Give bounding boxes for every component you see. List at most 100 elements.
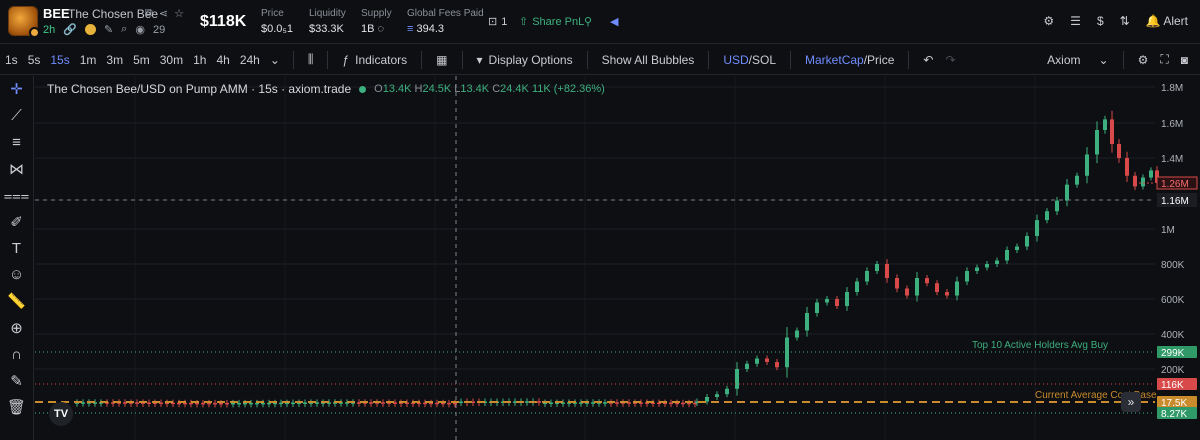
- candle: [537, 401, 541, 403]
- candle: [1117, 144, 1121, 158]
- currency-toggle[interactable]: USD/SOL: [717, 53, 782, 67]
- search-icon[interactable]: ⌕: [121, 23, 127, 36]
- candle: [615, 402, 619, 404]
- candle: [231, 402, 235, 405]
- price-chart[interactable]: 1.8M 1.6M 1.4M 1M 800K 600K 400K 200K Top 10 Act…: [35, 76, 1200, 440]
- link-icon[interactable]: 🔗: [63, 23, 77, 36]
- candle: [1075, 175, 1079, 185]
- brush-icon[interactable]: ✐: [6, 209, 28, 236]
- show-bubbles-button[interactable]: Show All Bubbles: [596, 53, 701, 67]
- share-icon[interactable]: ⋖: [159, 7, 168, 20]
- scroll-to-latest-button[interactable]: »: [1121, 392, 1141, 412]
- metric-toggle[interactable]: MarketCap/Price: [799, 53, 900, 67]
- lock-draw-icon[interactable]: ✎: [6, 368, 28, 395]
- redo-icon[interactable]: ↷: [939, 53, 961, 67]
- alert-button[interactable]: 🔔 Alert: [1146, 14, 1188, 28]
- dollar-icon[interactable]: $: [1097, 14, 1104, 28]
- tf-3m[interactable]: 3m: [101, 53, 128, 67]
- undo-icon[interactable]: ↶: [917, 53, 939, 67]
- share-pnl-button[interactable]: ⇧ Share PnL: [519, 15, 584, 29]
- candle: [995, 260, 999, 264]
- megaphone-icon: ◀: [610, 16, 619, 28]
- candle: [135, 402, 139, 404]
- source-select[interactable]: Axiom ⌄: [1041, 53, 1114, 67]
- candle: [237, 402, 241, 405]
- watchlist-button[interactable]: ⊡ 1: [488, 15, 507, 29]
- indicators-button[interactable]: ƒ Indicators: [336, 53, 413, 67]
- price-line-value: 116K: [1161, 380, 1184, 391]
- tf-4h[interactable]: 4h: [211, 53, 234, 67]
- crosshair-icon[interactable]: ✛: [6, 76, 28, 103]
- candle: [1005, 250, 1009, 261]
- liquidity-stat: Liquidity $33.3K: [309, 8, 346, 35]
- market-cap: $118K: [200, 13, 247, 30]
- candle: [1025, 236, 1029, 247]
- tf-5s[interactable]: 5s: [23, 53, 46, 67]
- pen-icon[interactable]: ✎: [104, 23, 113, 36]
- pin-button[interactable]: ⚲: [584, 15, 592, 28]
- star-icon[interactable]: ☆: [174, 7, 184, 20]
- eye-icon: ◉: [135, 24, 145, 36]
- candle: [1125, 158, 1129, 176]
- candle: [1035, 220, 1039, 236]
- candle: [795, 330, 799, 338]
- display-options-button[interactable]: ▾ Display Options: [471, 53, 579, 67]
- candle: [875, 264, 879, 271]
- tf-1m[interactable]: 1m: [75, 53, 102, 67]
- price-line-value: 8.27K: [1161, 409, 1187, 420]
- copy-icon[interactable]: ⧉: [145, 7, 153, 20]
- swap-icon[interactable]: ⇅: [1120, 14, 1130, 28]
- camera-icon[interactable]: ◙: [1175, 53, 1194, 67]
- candle: [985, 264, 989, 268]
- fib-icon[interactable]: ⩶: [4, 182, 30, 209]
- trendline-icon[interactable]: ⟋: [6, 103, 28, 130]
- ruler-icon[interactable]: 📏: [6, 288, 28, 315]
- zoom-in-icon[interactable]: ⊕: [6, 315, 28, 342]
- y-tick-label: 200K: [1161, 365, 1185, 376]
- tf-1s[interactable]: 1s: [0, 53, 23, 67]
- tf-5m[interactable]: 5m: [128, 53, 155, 67]
- chart-legend: The Chosen Bee/USD on Pump AMM · 15s · a…: [47, 82, 605, 96]
- fees-stat: Global Fees Paid ≡ 394.3: [407, 8, 484, 35]
- tf-15s[interactable]: 15s: [45, 53, 74, 67]
- candle: [525, 401, 529, 403]
- candle: [225, 402, 229, 405]
- candle: [441, 402, 445, 405]
- candle: [905, 288, 909, 296]
- price-line-value: 299K: [1161, 348, 1185, 359]
- pattern-icon[interactable]: ⋈: [6, 156, 28, 183]
- chart-canvas[interactable]: 1.8M 1.6M 1.4M 1M 800K 600K 400K 200K Top 10 Act…: [35, 76, 1200, 440]
- y-tick-label: 1.6M: [1161, 119, 1183, 130]
- tf-24h[interactable]: 24h: [235, 53, 265, 67]
- token-avatar[interactable]: [8, 6, 40, 38]
- y-tick-label: 800K: [1161, 260, 1185, 271]
- list-icon[interactable]: ☰: [1070, 14, 1081, 28]
- candle: [1055, 200, 1059, 212]
- tf-30m[interactable]: 30m: [155, 53, 188, 67]
- chart-title: The Chosen Bee/USD on Pump AMM · 15s · a…: [47, 82, 352, 96]
- candle: [805, 313, 809, 331]
- announce-button[interactable]: ◀: [610, 15, 618, 28]
- candle-style-icon[interactable]: ⫼: [302, 52, 320, 67]
- fullscreen-icon[interactable]: ⛶: [1154, 52, 1174, 67]
- chart-settings-icon[interactable]: ⚙: [1132, 53, 1155, 67]
- chevron-down-icon: ⌄: [1098, 52, 1109, 67]
- candle: [865, 271, 869, 282]
- layout-icon[interactable]: ▦: [430, 53, 453, 67]
- trash-icon[interactable]: 🗑: [6, 394, 28, 421]
- current-price-value: 1.26M: [1161, 179, 1189, 190]
- timeframe-dropdown-icon[interactable]: ⌄: [265, 53, 285, 67]
- candle: [1110, 119, 1114, 144]
- magnet-icon[interactable]: ∩: [6, 341, 28, 368]
- settings-icon[interactable]: ⚙: [1043, 14, 1054, 28]
- text-icon[interactable]: T: [6, 235, 28, 262]
- coin-icon[interactable]: [84, 24, 96, 35]
- candle: [201, 402, 205, 405]
- candle: [255, 402, 259, 405]
- emoji-icon[interactable]: ☺: [6, 262, 28, 289]
- tf-1h[interactable]: 1h: [188, 53, 211, 67]
- horizontal-lines-icon[interactable]: ≡: [6, 129, 28, 156]
- token-symbol: BEE: [43, 6, 70, 21]
- candle: [925, 278, 929, 284]
- candle: [147, 402, 151, 404]
